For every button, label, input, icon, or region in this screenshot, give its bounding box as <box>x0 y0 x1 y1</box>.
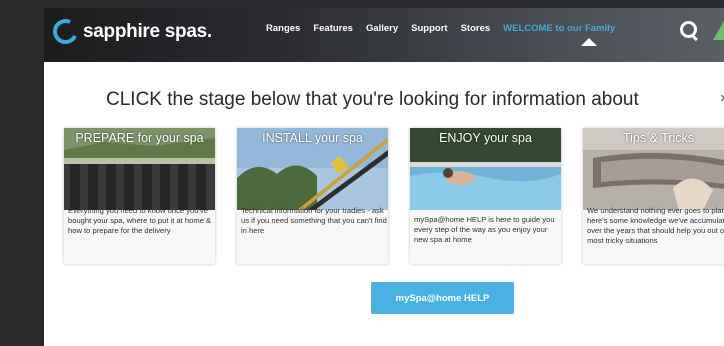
card-install[interactable]: INSTALL your spa Technical information f… <box>237 128 388 264</box>
search-icon[interactable] <box>680 21 698 42</box>
card-title: INSTALL your spa <box>262 131 363 145</box>
nav-ranges[interactable]: Ranges <box>266 23 300 34</box>
card-title: Tips & Tricks <box>622 131 695 145</box>
card-description: mySpa@home HELP is here to guide you eve… <box>414 215 555 244</box>
card-prepare[interactable]: PREPARE for your spa Everything you need… <box>64 128 215 264</box>
install-image: INSTALL your spa <box>237 128 388 210</box>
active-menu-caret-icon <box>581 38 597 46</box>
left-margin <box>0 0 44 346</box>
prepare-image: PREPARE for your spa <box>64 128 215 210</box>
main-menu: Ranges Features Gallery Support Stores W… <box>266 23 628 34</box>
nav-support[interactable]: Support <box>411 23 447 34</box>
card-title: ENJOY your spa <box>439 131 532 145</box>
card-title: PREPARE for your spa <box>75 131 204 145</box>
nav-stores[interactable]: Stores <box>461 23 491 34</box>
logo-mark-icon <box>49 15 82 48</box>
nav-welcome[interactable]: WELCOME to our Family <box>503 23 615 34</box>
enjoy-image: ENJOY your spa <box>410 128 561 210</box>
card-description: Technical information for your tradies -… <box>241 206 387 235</box>
next-arrow-icon[interactable]: › <box>720 89 724 107</box>
tips-image: Tips & Tricks <box>583 128 724 210</box>
triangle-icon[interactable] <box>713 21 724 40</box>
card-tips-tricks[interactable]: Tips & Tricks We understand nothing ever… <box>583 128 724 264</box>
brand-logo[interactable]: sapphire spas. <box>49 15 212 48</box>
nav-features[interactable]: Features <box>313 23 353 34</box>
card-enjoy[interactable]: ENJOY your spa mySpa@home HELP is here t… <box>410 128 561 264</box>
nav-gallery[interactable]: Gallery <box>366 23 398 34</box>
myspa-help-button[interactable]: mySpa@home HELP <box>371 282 514 314</box>
card-description: Everything you need to know once you've … <box>68 206 212 235</box>
top-navigation-bar: sapphire spas. Ranges Features Gallery S… <box>44 8 724 62</box>
card-description: We understand nothing ever goes to plan … <box>587 206 724 245</box>
brand-name: sapphire spas. <box>83 20 212 42</box>
page: sapphire spas. Ranges Features Gallery S… <box>44 8 724 346</box>
